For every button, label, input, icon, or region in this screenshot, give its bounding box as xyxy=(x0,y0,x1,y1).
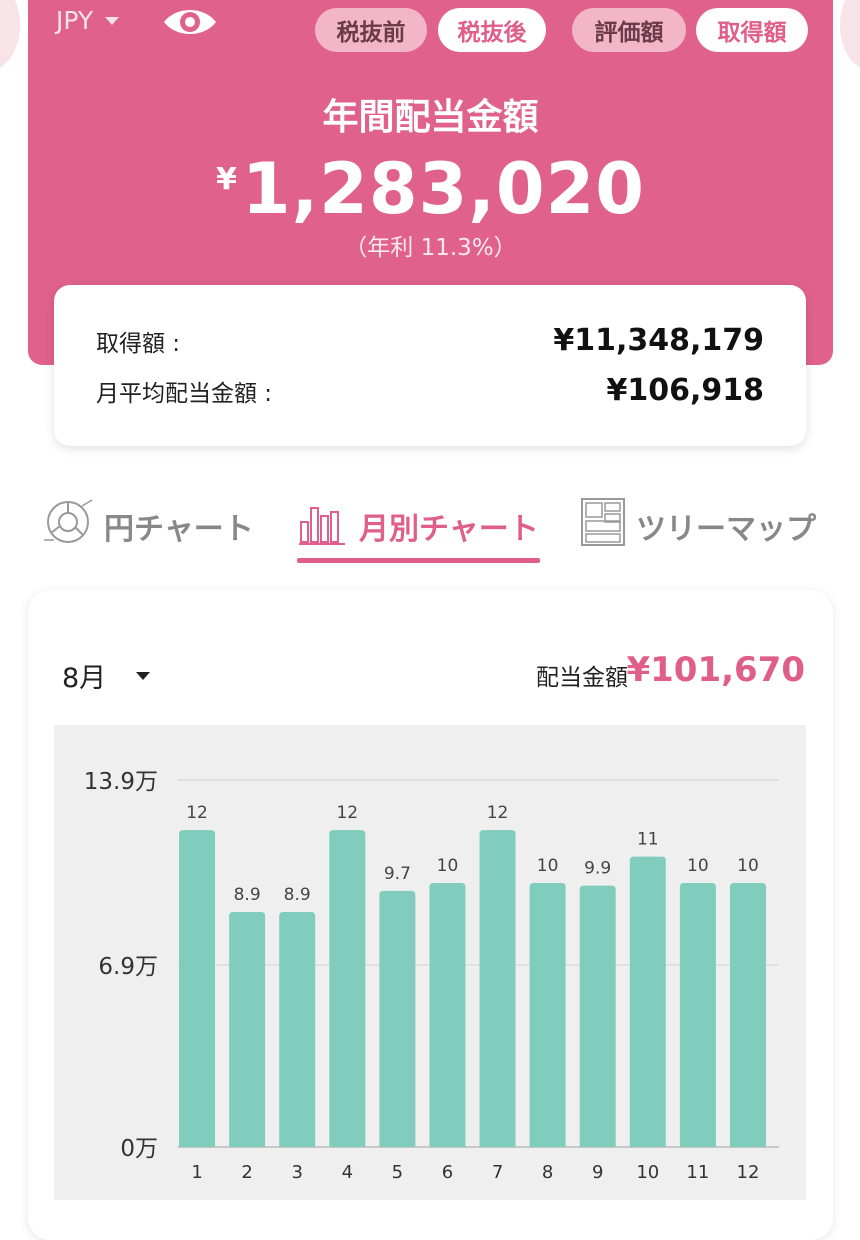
acquisition-row: 取得額 : ¥11,348,179 xyxy=(96,323,764,358)
x-tick-label: 12 xyxy=(737,1162,760,1183)
chart-tabs: 円チャート 月別チャート ツリーマップ xyxy=(0,488,860,568)
x-tick-label: 11 xyxy=(686,1162,709,1183)
bar xyxy=(279,912,316,1147)
monthly-average-value: ¥106,918 xyxy=(606,373,764,408)
bar xyxy=(729,882,766,1147)
data-label: 12 xyxy=(336,803,358,823)
bar xyxy=(229,912,266,1147)
data-label: 9.7 xyxy=(384,864,411,884)
monthly-average-row: 月平均配当金額 : ¥106,918 xyxy=(96,373,764,408)
monthly-chart-card: 8月 配当金額 ¥101,670 0万 6.9万 13.9万 12 1 8.9 2 8.9 3 1… xyxy=(28,590,833,1240)
y-tick-label: 13.9万 xyxy=(84,769,158,795)
toggle-before-tax[interactable]: 税抜前 xyxy=(315,8,427,52)
yen-symbol: ¥ xyxy=(215,162,238,197)
x-tick-label: 3 xyxy=(291,1162,302,1183)
monthly-dividend-label: 配当金額 xyxy=(536,665,628,691)
currency-label: JPY xyxy=(56,6,94,35)
tab-monthly-chart[interactable]: 月別チャート xyxy=(297,488,539,563)
data-label: 10 xyxy=(437,856,459,876)
data-label: 10 xyxy=(737,856,759,876)
tab-pie-chart-label: 円チャート xyxy=(104,511,254,547)
y-tick-label: 6.9万 xyxy=(98,954,158,980)
background-decoration xyxy=(840,0,860,70)
annual-dividend-value: 1,283,020 xyxy=(241,148,645,230)
data-label: 12 xyxy=(487,803,509,823)
summary-card: 取得額 : ¥11,348,179 月平均配当金額 : ¥106,918 xyxy=(54,285,806,446)
bar xyxy=(179,830,216,1147)
pie-chart-icon xyxy=(42,496,94,556)
bar xyxy=(629,856,666,1147)
bar-chart-icon xyxy=(297,496,349,556)
annual-yield: （年利 11.3%） xyxy=(344,235,517,261)
annual-dividend-amount: ¥1,283,020 xyxy=(28,148,833,230)
data-label: 10 xyxy=(537,856,559,876)
monthly-dividend-value: ¥101,670 xyxy=(626,650,805,690)
bar xyxy=(529,882,566,1147)
toggle-market-value[interactable]: 評価額 xyxy=(572,8,686,52)
data-label: 11 xyxy=(637,830,659,850)
data-label: 10 xyxy=(687,856,709,876)
tab-treemap-label: ツリーマップ xyxy=(636,511,816,547)
data-label: 8.9 xyxy=(284,885,311,905)
eye-icon[interactable] xyxy=(162,4,218,44)
x-tick-label: 10 xyxy=(636,1162,659,1183)
data-label: 8.9 xyxy=(234,885,261,905)
bar xyxy=(479,830,516,1147)
toggle-acquisition-value[interactable]: 取得額 xyxy=(696,8,808,52)
tab-pie-chart[interactable]: 円チャート xyxy=(42,488,254,563)
x-tick-label: 7 xyxy=(492,1162,503,1183)
acquisition-value: ¥11,348,179 xyxy=(553,323,764,358)
tab-treemap[interactable]: ツリーマップ xyxy=(580,488,816,563)
data-label: 9.9 xyxy=(584,859,611,879)
monthly-average-label: 月平均配当金額 : xyxy=(96,380,273,407)
bar xyxy=(379,890,416,1147)
bar xyxy=(429,882,466,1147)
x-tick-label: 2 xyxy=(241,1162,252,1183)
treemap-icon xyxy=(580,497,626,555)
background-decoration xyxy=(0,0,20,70)
data-label: 12 xyxy=(186,803,208,823)
chevron-down-icon xyxy=(105,16,120,25)
bar xyxy=(329,830,366,1147)
x-tick-label: 8 xyxy=(542,1162,553,1183)
bar xyxy=(579,885,616,1147)
active-tab-indicator xyxy=(297,558,540,563)
monthly-bar-chart: 0万 6.9万 13.9万 12 1 8.9 2 8.9 3 12 4 9.7 5 10 6 12 7 10 8 9.… xyxy=(54,725,806,1200)
annual-dividend-title: 年間配当金額 xyxy=(322,97,539,138)
bar xyxy=(679,882,716,1147)
x-tick-label: 6 xyxy=(442,1162,453,1183)
acquisition-label: 取得額 : xyxy=(96,330,181,357)
x-tick-label: 1 xyxy=(191,1162,202,1183)
x-tick-label: 9 xyxy=(592,1162,603,1183)
toggle-after-tax[interactable]: 税抜後 xyxy=(438,8,546,52)
month-selector-label: 8月 xyxy=(62,663,107,694)
x-tick-label: 5 xyxy=(392,1162,403,1183)
chevron-down-icon xyxy=(136,671,151,680)
month-selector[interactable]: 8月 xyxy=(62,656,151,695)
x-tick-label: 4 xyxy=(342,1162,353,1183)
y-tick-label: 0万 xyxy=(120,1136,158,1162)
bar-chart-svg: 0万 6.9万 13.9万 12 1 8.9 2 8.9 3 12 4 9.7 5 10 6 12 7 10 8 9.… xyxy=(84,769,779,1183)
tab-monthly-chart-label: 月別チャート xyxy=(359,511,539,547)
currency-selector[interactable]: JPY xyxy=(56,6,120,35)
